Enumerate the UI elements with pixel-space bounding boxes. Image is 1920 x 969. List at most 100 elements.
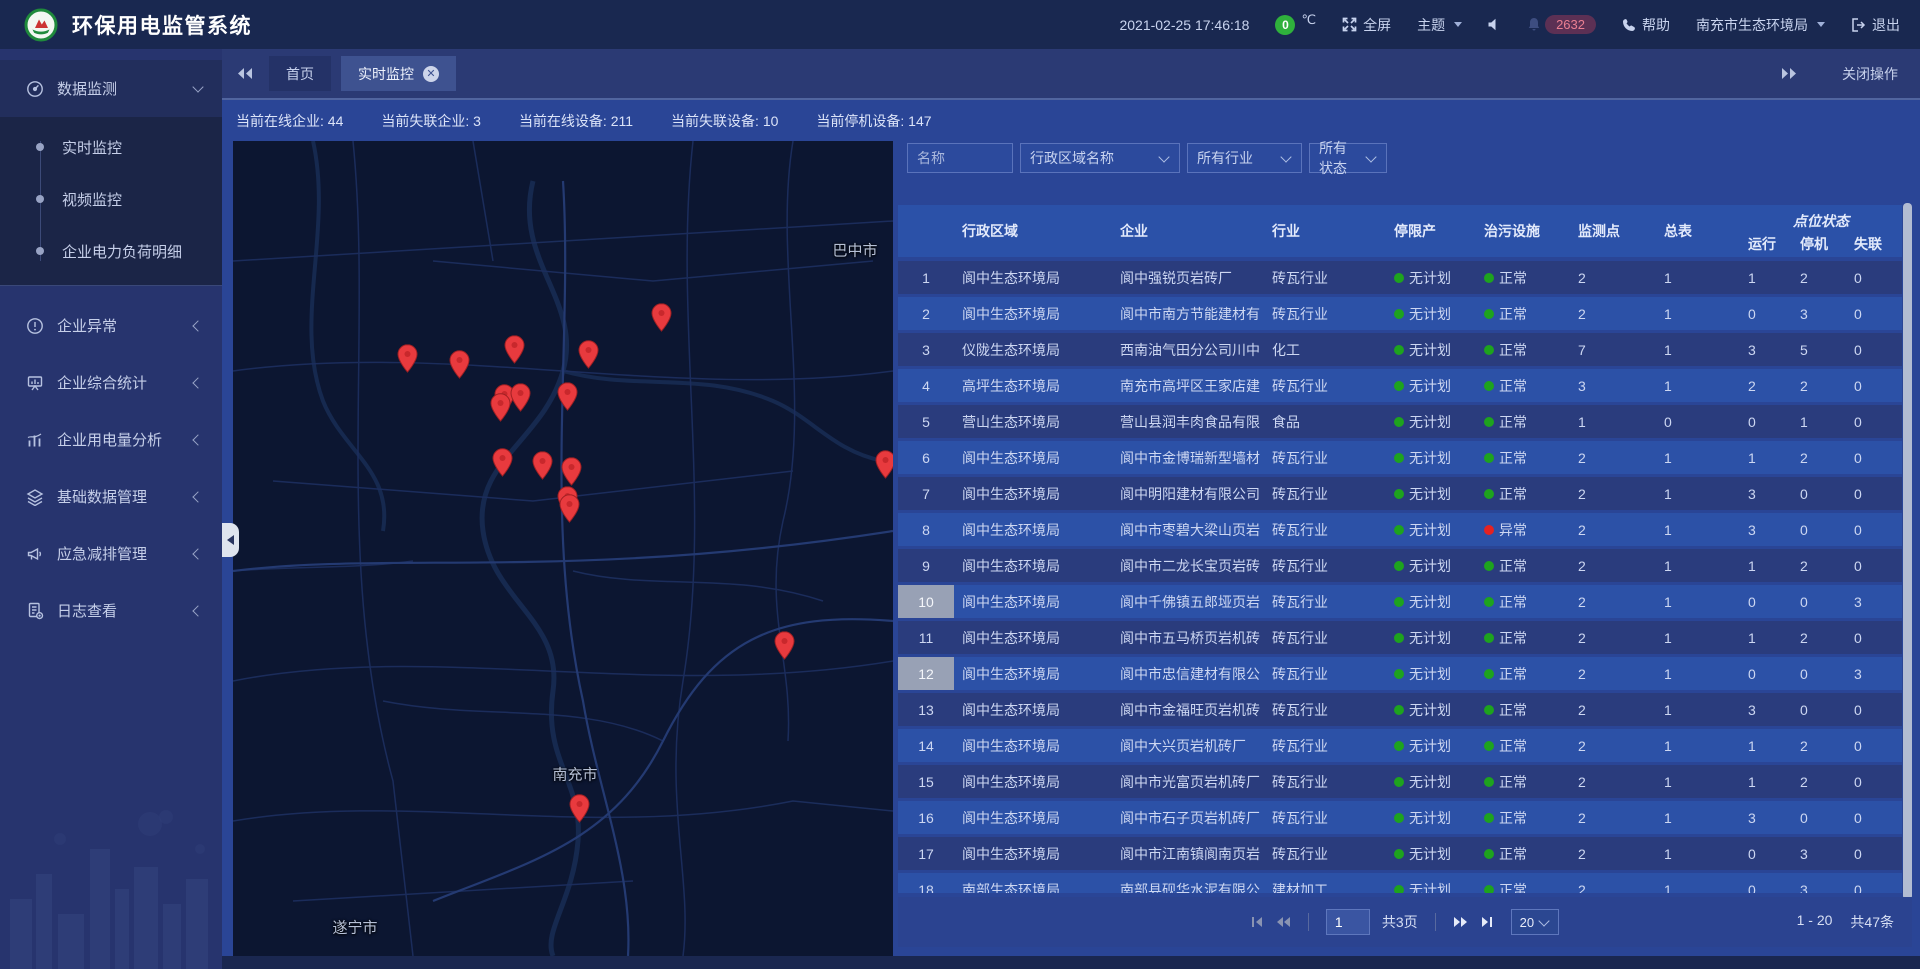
- production-status-label: 无计划: [1409, 736, 1451, 756]
- table-row[interactable]: 10阆中生态环境局阆中千佛镇五郎垭页岩砖瓦行业无计划正常21003: [898, 585, 1902, 618]
- map-pin[interactable]: [559, 494, 580, 523]
- status-dot-icon: [1394, 489, 1404, 499]
- cell-facility-status: 正常: [1476, 873, 1570, 893]
- table-row[interactable]: 5营山生态环境局营山县润丰肉食品有限食品无计划正常10010: [898, 405, 1902, 438]
- map-pin[interactable]: [561, 457, 582, 486]
- map-pin[interactable]: [510, 383, 531, 412]
- fullscreen-button[interactable]: 全屏: [1342, 15, 1391, 35]
- status-select-value: 所有状态: [1319, 138, 1357, 178]
- map-pin[interactable]: [569, 794, 590, 823]
- production-status-label: 无计划: [1409, 880, 1451, 894]
- tabs-scroll-right-button[interactable]: [1781, 67, 1798, 80]
- cell-region: 阆中生态环境局: [954, 801, 1112, 834]
- table-row[interactable]: 3仪陇生态环境局西南油气田分公司川中化工无计划正常71350: [898, 333, 1902, 366]
- sidebar-item-log-view[interactable]: 日志查看: [0, 582, 222, 639]
- table-row[interactable]: 13阆中生态环境局阆中市金福旺页岩机砖砖瓦行业无计划正常21300: [898, 693, 1902, 726]
- status-dot-icon: [1394, 705, 1404, 715]
- sidebar-item-electricity-analysis[interactable]: 企业用电量分析: [0, 411, 222, 468]
- last-page-button[interactable]: [1481, 916, 1493, 928]
- table-row[interactable]: 14阆中生态环境局阆中大兴页岩机砖厂砖瓦行业无计划正常21120: [898, 729, 1902, 762]
- chevron-left-icon: [192, 320, 203, 331]
- previous-page-button[interactable]: [1275, 916, 1291, 928]
- map-panel[interactable]: 巴中市南充市遂宁市: [233, 141, 893, 956]
- next-page-button[interactable]: [1453, 916, 1469, 928]
- sidebar-item-video-monitoring[interactable]: 视频监控: [0, 173, 222, 225]
- map-pin[interactable]: [774, 631, 795, 660]
- map-pin[interactable]: [532, 451, 553, 480]
- tab-realtime-monitoring[interactable]: 实时监控 ✕: [341, 56, 456, 91]
- sidebar-collapse-button[interactable]: [222, 523, 239, 557]
- monitor-panel: 行政区域名称 所有行业 所有状态: [898, 141, 1912, 947]
- page-size-select[interactable]: 20: [1511, 909, 1559, 935]
- table-row[interactable]: 2阆中生态环境局阆中市南方节能建材有砖瓦行业无计划正常21030: [898, 297, 1902, 330]
- table-row[interactable]: 4高坪生态环境局南充市高坪区王家店建砖瓦行业无计划正常31220: [898, 369, 1902, 402]
- chevron-left-icon: [192, 548, 203, 559]
- close-tab-icon[interactable]: ✕: [423, 66, 439, 82]
- table-row[interactable]: 8阆中生态环境局阆中市枣碧大梁山页岩砖瓦行业无计划异常21300: [898, 513, 1902, 546]
- cell-index: 11: [898, 621, 954, 654]
- sidebar-item-data-monitoring[interactable]: 数据监测: [0, 60, 222, 117]
- tabs-scroll-left-button[interactable]: [236, 67, 253, 80]
- record-range-label: 1 - 20: [1797, 912, 1833, 932]
- table-row[interactable]: 9阆中生态环境局阆中市二龙长宝页岩砖砖瓦行业无计划正常21120: [898, 549, 1902, 582]
- map-pin[interactable]: [492, 448, 513, 477]
- column-header-industry: 行业: [1264, 205, 1386, 257]
- column-header-meters: 总表: [1656, 205, 1740, 257]
- cell-lost: 0: [1846, 405, 1902, 438]
- cell-running: 3: [1740, 477, 1792, 510]
- sidebar-item-enterprise-abnormal[interactable]: 企业异常: [0, 297, 222, 354]
- status-dot-icon: [1484, 489, 1494, 499]
- table-row[interactable]: 17阆中生态环境局阆中市江南镇阆南页岩砖瓦行业无计划正常21030: [898, 837, 1902, 870]
- cell-stopped: 5: [1792, 333, 1846, 366]
- region-select[interactable]: 行政区域名称: [1020, 143, 1180, 173]
- map-pin[interactable]: [578, 340, 599, 369]
- table-row[interactable]: 18南部生态环境局南部县砚华水泥有限公建材加工无计划正常21030: [898, 873, 1902, 893]
- first-page-button[interactable]: [1251, 916, 1263, 928]
- table-row[interactable]: 11阆中生态环境局阆中市五马桥页岩机砖砖瓦行业无计划正常21120: [898, 621, 1902, 654]
- map-pin[interactable]: [504, 335, 525, 364]
- map-pin[interactable]: [557, 382, 578, 411]
- map-pin[interactable]: [490, 393, 511, 422]
- name-search-input[interactable]: [907, 143, 1013, 173]
- stats-board-icon: [26, 374, 44, 392]
- speaker-muted-icon: [1488, 18, 1501, 31]
- mute-button[interactable]: [1488, 18, 1501, 31]
- help-button[interactable]: 帮助: [1622, 15, 1670, 35]
- cell-points: 2: [1570, 837, 1656, 870]
- logout-button[interactable]: 退出: [1851, 15, 1900, 35]
- org-menu[interactable]: 南充市生态环境局: [1696, 15, 1825, 35]
- region-select-value: 行政区域名称: [1030, 148, 1114, 168]
- cell-points: 2: [1570, 441, 1656, 474]
- status-select[interactable]: 所有状态: [1309, 143, 1387, 173]
- industry-select[interactable]: 所有行业: [1187, 143, 1302, 173]
- tab-home[interactable]: 首页: [269, 56, 331, 91]
- sidebar-item-basic-data[interactable]: 基础数据管理: [0, 468, 222, 525]
- notifications[interactable]: 2632: [1527, 15, 1596, 34]
- sidebar-item-enterprise-statistics[interactable]: 企业综合统计: [0, 354, 222, 411]
- sidebar-item-power-load-detail[interactable]: 企业电力负荷明细: [0, 225, 222, 277]
- sidebar-item-realtime-monitoring[interactable]: 实时监控: [0, 121, 222, 173]
- map-pin[interactable]: [449, 350, 470, 379]
- close-operations-button[interactable]: 关闭操作: [1842, 64, 1898, 84]
- map-pin[interactable]: [397, 344, 418, 373]
- map-pin[interactable]: [875, 450, 893, 479]
- vertical-scrollbar[interactable]: [1903, 203, 1912, 900]
- enterprise-table: 行政区域 企业 行业 停限产 治污设施 监测点 总表 点位状态 运行 停机 失联: [898, 205, 1902, 893]
- cell-index: 14: [898, 729, 954, 762]
- table-row[interactable]: 16阆中生态环境局阆中市石子页岩机砖厂砖瓦行业无计划正常21300: [898, 801, 1902, 834]
- table-row[interactable]: 6阆中生态环境局阆中市金博瑞新型墙材砖瓦行业无计划正常21120: [898, 441, 1902, 474]
- status-dot-icon: [1394, 777, 1404, 787]
- cell-index: 12: [898, 657, 954, 690]
- table-header: 行政区域 企业 行业 停限产 治污设施 监测点 总表 点位状态 运行 停机 失联: [898, 205, 1902, 257]
- table-row[interactable]: 15阆中生态环境局阆中市光富页岩机砖厂砖瓦行业无计划正常21120: [898, 765, 1902, 798]
- status-dot-icon: [1484, 813, 1494, 823]
- cell-index: 10: [898, 585, 954, 618]
- table-row[interactable]: 1阆中生态环境局阆中强锐页岩砖厂砖瓦行业无计划正常21120: [898, 261, 1902, 294]
- map-pin[interactable]: [651, 303, 672, 332]
- theme-menu[interactable]: 主题: [1417, 15, 1462, 35]
- cell-region: 阆中生态环境局: [954, 729, 1112, 762]
- page-number-input[interactable]: [1326, 909, 1370, 935]
- table-row[interactable]: 7阆中生态环境局阆中明阳建材有限公司砖瓦行业无计划正常21300: [898, 477, 1902, 510]
- sidebar-item-emergency-reduction[interactable]: 应急减排管理: [0, 525, 222, 582]
- table-row[interactable]: 12阆中生态环境局阆中市忠信建材有限公砖瓦行业无计划正常21003: [898, 657, 1902, 690]
